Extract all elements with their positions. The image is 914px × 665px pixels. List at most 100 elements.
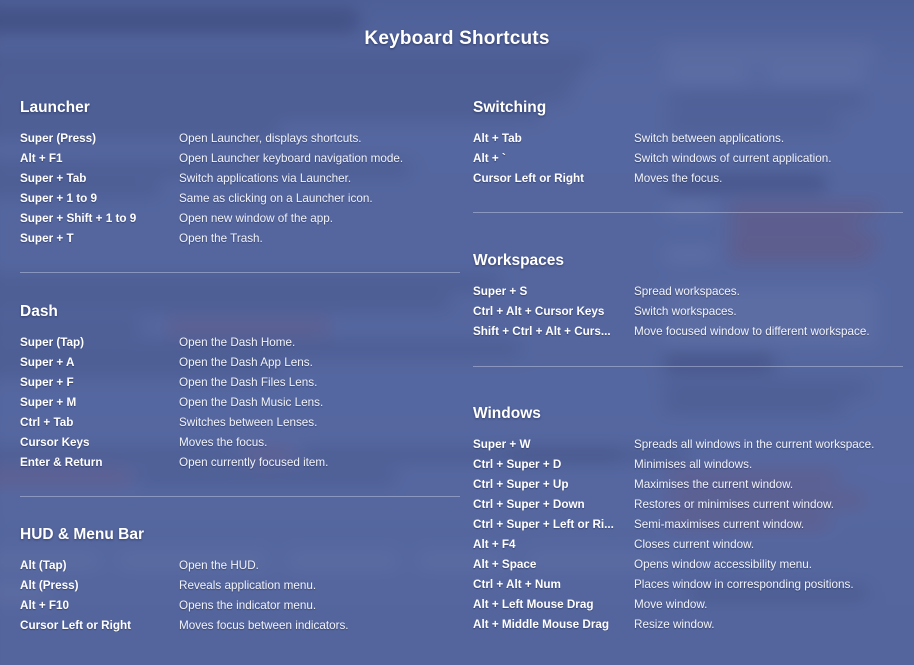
shortcut-key: Super + S	[473, 285, 528, 298]
shortcut-description: Open new window of the app.	[179, 212, 333, 225]
shortcut-key: Ctrl + Alt + Cursor Keys	[473, 305, 605, 318]
shortcut-row: Super + A Open the Dash App Lens.	[20, 356, 460, 376]
shortcut-row: Ctrl + Super + Left or Ri... Semi-maximi…	[473, 518, 903, 538]
shortcut-key: Alt + Tab	[473, 132, 522, 145]
section-dash: Dash Super (Tap) Open the Dash Home. Sup…	[20, 303, 460, 476]
shortcut-description: Switch between applications.	[634, 132, 785, 145]
shortcut-row: Alt + Left Mouse Drag Move window.	[473, 598, 903, 618]
shortcut-description: Minimises all windows.	[634, 458, 753, 471]
shortcut-description: Same as clicking on a Launcher icon.	[179, 192, 373, 205]
shortcut-description: Reveals application menu.	[179, 579, 317, 592]
shortcut-row: Super + M Open the Dash Music Lens.	[20, 396, 460, 416]
shortcut-row: Super + Shift + 1 to 9 Open new window o…	[20, 212, 460, 232]
shortcut-key: Cursor Left or Right	[473, 172, 585, 185]
shortcut-description: Move focused window to different workspa…	[634, 325, 870, 338]
shortcut-key: Super + W	[473, 438, 531, 451]
shortcut-row: Super + S Spread workspaces.	[473, 285, 903, 305]
shortcut-description: Spreads all windows in the current works…	[634, 438, 875, 451]
shortcut-key: Ctrl + Super + Up	[473, 478, 569, 491]
shortcut-row: Alt (Press) Reveals application menu.	[20, 579, 460, 599]
shortcut-description: Semi-maximises current window.	[634, 518, 805, 531]
shortcut-description: Moves the focus.	[634, 172, 723, 185]
shortcut-row: Ctrl + Alt + Num Places window in corres…	[473, 578, 903, 598]
shortcut-row: Super + W Spreads all windows in the cur…	[473, 438, 903, 458]
section-workspaces: Workspaces Super + S Spread workspaces. …	[473, 252, 903, 345]
shortcut-row: Cursor Keys Moves the focus.	[20, 436, 460, 456]
shortcut-row: Alt + F4 Closes current window.	[473, 538, 903, 558]
shortcut-key: Ctrl + Super + Down	[473, 498, 585, 511]
page-title: Keyboard Shortcuts	[364, 28, 550, 49]
shortcut-row: Alt + Middle Mouse Drag Resize window.	[473, 618, 903, 638]
shortcut-key: Alt + Space	[473, 558, 537, 571]
shortcut-key: Super + 1 to 9	[20, 192, 97, 205]
shortcut-description: Switch windows of current application.	[634, 152, 832, 165]
shortcut-key: Alt + Middle Mouse Drag	[473, 618, 610, 631]
shortcut-key: Cursor Keys	[20, 436, 90, 449]
section-title-hud-menu-bar: HUD & Menu Bar	[20, 526, 145, 543]
shortcut-description: Move window.	[634, 598, 708, 611]
shortcut-key: Super + M	[20, 396, 77, 409]
shortcut-key: Ctrl + Alt + Num	[473, 578, 561, 591]
shortcut-row: Ctrl + Super + Down Restores or minimise…	[473, 498, 903, 518]
shortcut-key: Alt + F1	[20, 152, 63, 165]
shortcut-row: Cursor Left or Right Moves the focus.	[473, 172, 903, 192]
shortcut-key: Super + A	[20, 356, 75, 369]
shortcut-description: Open the HUD.	[179, 559, 259, 572]
shortcut-description: Opens window accessibility menu.	[634, 558, 812, 571]
shortcut-list-windows: Super + W Spreads all windows in the cur…	[473, 438, 903, 638]
section-divider	[20, 496, 460, 497]
shortcut-list-hud-menu-bar: Alt (Tap) Open the HUD. Alt (Press) Reve…	[20, 559, 460, 639]
section-windows: Windows Super + W Spreads all windows in…	[473, 405, 903, 638]
shortcut-description: Closes current window.	[634, 538, 755, 551]
shortcut-description: Moves focus between indicators.	[179, 619, 349, 632]
section-title-launcher: Launcher	[20, 99, 90, 116]
shortcut-row: Super + T Open the Trash.	[20, 232, 460, 252]
shortcut-description: Switch workspaces.	[634, 305, 737, 318]
shortcut-row: Alt + Space Opens window accessibility m…	[473, 558, 903, 578]
shortcut-row: Alt + Tab Switch between applications.	[473, 132, 903, 152]
shortcut-description: Opens the indicator menu.	[179, 599, 317, 612]
shortcut-row: Alt (Tap) Open the HUD.	[20, 559, 460, 579]
shortcut-key: Super + T	[20, 232, 74, 245]
section-divider	[473, 212, 903, 213]
shortcut-key: Alt + `	[473, 152, 506, 165]
keyboard-shortcuts-overlay: Keyboard Shortcuts Launcher Super (Press…	[0, 0, 914, 665]
shortcut-key: Alt (Press)	[20, 579, 79, 592]
shortcut-description: Spread workspaces.	[634, 285, 740, 298]
section-title-windows: Windows	[473, 405, 541, 422]
shortcut-key: Ctrl + Super + Left or Ri...	[473, 518, 614, 531]
shortcut-row: Enter & Return Open currently focused it…	[20, 456, 460, 476]
shortcut-description: Open the Dash Music Lens.	[179, 396, 324, 409]
shortcut-description: Open Launcher, displays shortcuts.	[179, 132, 362, 145]
shortcut-description: Maximises the current window.	[634, 478, 794, 491]
shortcut-key: Super + F	[20, 376, 74, 389]
shortcut-key: Shift + Ctrl + Alt + Curs...	[473, 325, 611, 338]
shortcut-description: Restores or minimises current window.	[634, 498, 835, 511]
shortcut-row: Super + F Open the Dash Files Lens.	[20, 376, 460, 396]
shortcut-row: Ctrl + Super + Up Maximises the current …	[473, 478, 903, 498]
shortcut-key: Alt + Left Mouse Drag	[473, 598, 594, 611]
shortcut-description: Switches between Lenses.	[179, 416, 318, 429]
shortcut-description: Open the Dash Home.	[179, 336, 296, 349]
shortcut-row: Super (Press) Open Launcher, displays sh…	[20, 132, 460, 152]
shortcut-description: Open currently focused item.	[179, 456, 329, 469]
shortcut-key: Enter & Return	[20, 456, 103, 469]
shortcut-list-workspaces: Super + S Spread workspaces. Ctrl + Alt …	[473, 285, 903, 345]
shortcut-row: Alt + ` Switch windows of current applic…	[473, 152, 903, 172]
shortcut-key: Super + Shift + 1 to 9	[20, 212, 137, 225]
shortcut-list-dash: Super (Tap) Open the Dash Home. Super + …	[20, 336, 460, 476]
shortcut-row: Ctrl + Super + D Minimises all windows.	[473, 458, 903, 478]
shortcut-key: Super (Tap)	[20, 336, 85, 349]
shortcut-description: Switch applications via Launcher.	[179, 172, 352, 185]
shortcut-key: Super (Press)	[20, 132, 96, 145]
shortcut-row: Ctrl + Alt + Cursor Keys Switch workspac…	[473, 305, 903, 325]
section-hud-menu-bar: HUD & Menu Bar Alt (Tap) Open the HUD. A…	[20, 526, 460, 639]
shortcut-key: Alt + F4	[473, 538, 516, 551]
section-title-workspaces: Workspaces	[473, 252, 565, 269]
shortcut-description: Moves the focus.	[179, 436, 268, 449]
shortcut-row: Cursor Left or Right Moves focus between…	[20, 619, 460, 639]
section-divider	[20, 272, 460, 273]
shortcut-key: Alt + F10	[20, 599, 70, 612]
shortcut-description: Open the Dash Files Lens.	[179, 376, 318, 389]
shortcut-list-launcher: Super (Press) Open Launcher, displays sh…	[20, 132, 460, 252]
